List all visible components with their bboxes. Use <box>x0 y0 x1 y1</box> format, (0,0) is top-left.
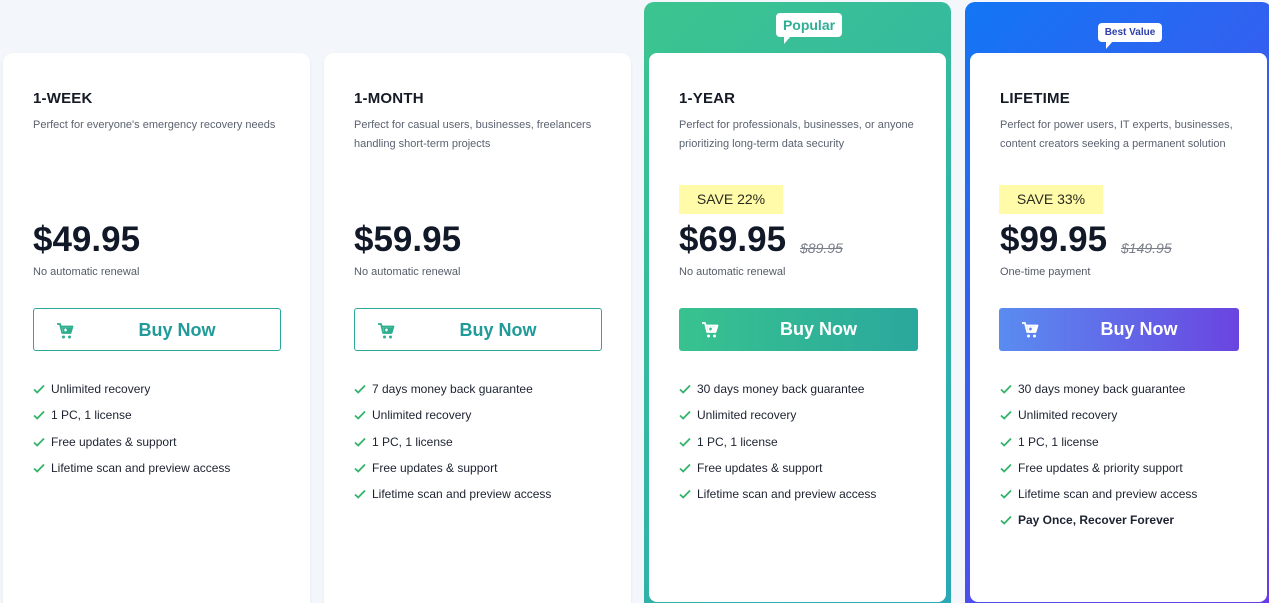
shopping-cart-icon <box>57 323 74 339</box>
price-lifetime: $99.95 <box>1000 220 1108 259</box>
buy-now-button-lifetime[interactable]: Buy Now <box>999 308 1239 351</box>
checkmark-icon <box>354 490 366 499</box>
buy-now-button-1-month[interactable]: Buy Now <box>354 308 602 351</box>
checkmark-icon <box>354 463 366 473</box>
checkmark-icon <box>679 437 691 447</box>
feature-item: Unlimited recovery <box>679 406 876 432</box>
plan-name-1-month: 1-MONTH <box>354 90 424 107</box>
feature-text: Lifetime scan and preview access <box>51 460 231 475</box>
checkmark-icon <box>1000 516 1012 526</box>
save-badge-1-year: SAVE 22% <box>679 185 783 214</box>
price-note-1-week: No automatic renewal <box>33 266 140 278</box>
price-note-lifetime: One-time payment <box>1000 266 1091 278</box>
pricing-page: Popular Best Value 1-WEEK Perfect for ev… <box>0 0 1269 603</box>
plan-name-1-year: 1-YEAR <box>679 90 736 107</box>
feature-item-highlight: Pay Once, Recover Forever <box>1000 511 1197 537</box>
checkmark-icon <box>679 411 691 421</box>
buy-now-button-1-week[interactable]: Buy Now <box>33 308 281 351</box>
feature-list-lifetime: 30 days money back guarantee Unlimited r… <box>1000 380 1197 538</box>
checkmark-icon <box>1000 463 1012 473</box>
shopping-cart-icon <box>378 323 395 339</box>
feature-text: 1 PC, 1 license <box>1018 434 1099 449</box>
feature-item: Lifetime scan and preview access <box>33 459 230 485</box>
save-badge-lifetime: SAVE 33% <box>999 185 1103 214</box>
feature-item: Unlimited recovery <box>354 406 551 432</box>
feature-text: Pay Once, Recover Forever <box>1018 513 1175 528</box>
feature-item: 7 days money back guarantee <box>354 380 551 406</box>
feature-list-1-week: Unlimited recovery 1 PC, 1 license Free … <box>33 380 230 485</box>
feature-text: Lifetime scan and preview access <box>372 487 552 502</box>
feature-item: Lifetime scan and preview access <box>679 485 876 511</box>
feature-text: Unlimited recovery <box>51 382 151 396</box>
plan-name-1-week: 1-WEEK <box>33 90 93 107</box>
feature-text: Unlimited recovery <box>1018 408 1118 423</box>
checkmark-icon <box>354 411 366 421</box>
buy-now-button-1-year[interactable]: Buy Now <box>679 308 918 351</box>
plan-description-1-year: Perfect for professionals, businesses, o… <box>679 119 914 150</box>
feature-item: Unlimited recovery <box>1000 406 1197 432</box>
feature-item: 1 PC, 1 license <box>33 406 230 432</box>
feature-item: Free updates & priority support <box>1000 459 1197 485</box>
buy-now-label: Buy Now <box>138 320 216 340</box>
feature-item: 1 PC, 1 license <box>354 433 551 459</box>
best-value-ribbon: Best Value <box>1098 23 1162 49</box>
old-price-lifetime: $149.95 <box>1121 240 1172 256</box>
buy-now-label: Buy Now <box>1100 319 1178 339</box>
checkmark-icon <box>33 437 45 447</box>
feature-text: 1 PC, 1 license <box>372 434 453 449</box>
checkmark-icon <box>33 384 45 394</box>
feature-text: Free updates & support <box>51 434 177 449</box>
feature-text: Lifetime scan and preview access <box>697 487 877 502</box>
feature-item: 1 PC, 1 license <box>679 433 876 459</box>
checkmark-icon <box>33 411 45 421</box>
checkmark-icon <box>679 463 691 473</box>
plan-description-lifetime: Perfect for power users, IT experts, bus… <box>1000 119 1233 150</box>
feature-text: 1 PC, 1 license <box>697 434 778 449</box>
checkmark-icon <box>354 384 366 394</box>
feature-item: Lifetime scan and preview access <box>1000 485 1197 511</box>
plan-description-1-month: Perfect for casual users, businesses, fr… <box>354 119 592 150</box>
price-1-week: $49.95 <box>33 220 141 259</box>
feature-text: Lifetime scan and preview access <box>1018 487 1198 502</box>
checkmark-icon <box>354 437 366 447</box>
feature-text: 30 days money back guarantee <box>697 382 865 396</box>
shopping-cart-icon <box>1022 322 1039 338</box>
feature-list-1-year: 30 days money back guarantee Unlimited r… <box>679 380 876 511</box>
feature-item: Free updates & support <box>33 433 230 459</box>
feature-item: Unlimited recovery <box>33 380 230 406</box>
price-1-month: $59.95 <box>354 220 462 259</box>
checkmark-icon <box>679 384 691 394</box>
checkmark-icon <box>1000 384 1012 394</box>
feature-item: Free updates & support <box>354 459 551 485</box>
plan-description-1-week: Perfect for everyone's emergency recover… <box>33 119 276 131</box>
buy-now-label: Buy Now <box>459 320 537 340</box>
feature-text: Unlimited recovery <box>697 408 797 423</box>
feature-item: Free updates & support <box>679 459 876 485</box>
feature-item: 30 days money back guarantee <box>679 380 876 406</box>
price-1-year: $69.95 <box>679 220 787 259</box>
popular-ribbon: Popular <box>776 13 842 44</box>
buy-now-label: Buy Now <box>779 319 857 339</box>
feature-item: 30 days money back guarantee <box>1000 380 1197 406</box>
feature-item: Lifetime scan and preview access <box>354 485 551 511</box>
shopping-cart-icon <box>702 322 719 338</box>
checkmark-icon <box>33 463 45 473</box>
checkmark-icon <box>679 490 691 499</box>
checkmark-icon <box>1000 490 1012 499</box>
feature-text: 7 days money back guarantee <box>372 382 533 396</box>
plan-name-lifetime: LIFETIME <box>1000 90 1070 107</box>
checkmark-icon <box>1000 411 1012 421</box>
feature-item: 1 PC, 1 license <box>1000 433 1197 459</box>
price-note-1-year: No automatic renewal <box>679 266 786 278</box>
feature-text: Free updates & support <box>697 460 823 475</box>
old-price-1-year: $89.95 <box>800 240 843 256</box>
checkmark-icon <box>1000 437 1012 447</box>
feature-text: Unlimited recovery <box>372 408 472 423</box>
price-note-1-month: No automatic renewal <box>354 266 461 278</box>
feature-text: 1 PC, 1 license <box>51 408 132 423</box>
feature-text: 30 days money back guarantee <box>1018 382 1186 396</box>
feature-text: Free updates & support <box>372 460 498 475</box>
feature-text: Free updates & priority support <box>1018 460 1183 475</box>
feature-list-1-month: 7 days money back guarantee Unlimited re… <box>354 380 551 511</box>
